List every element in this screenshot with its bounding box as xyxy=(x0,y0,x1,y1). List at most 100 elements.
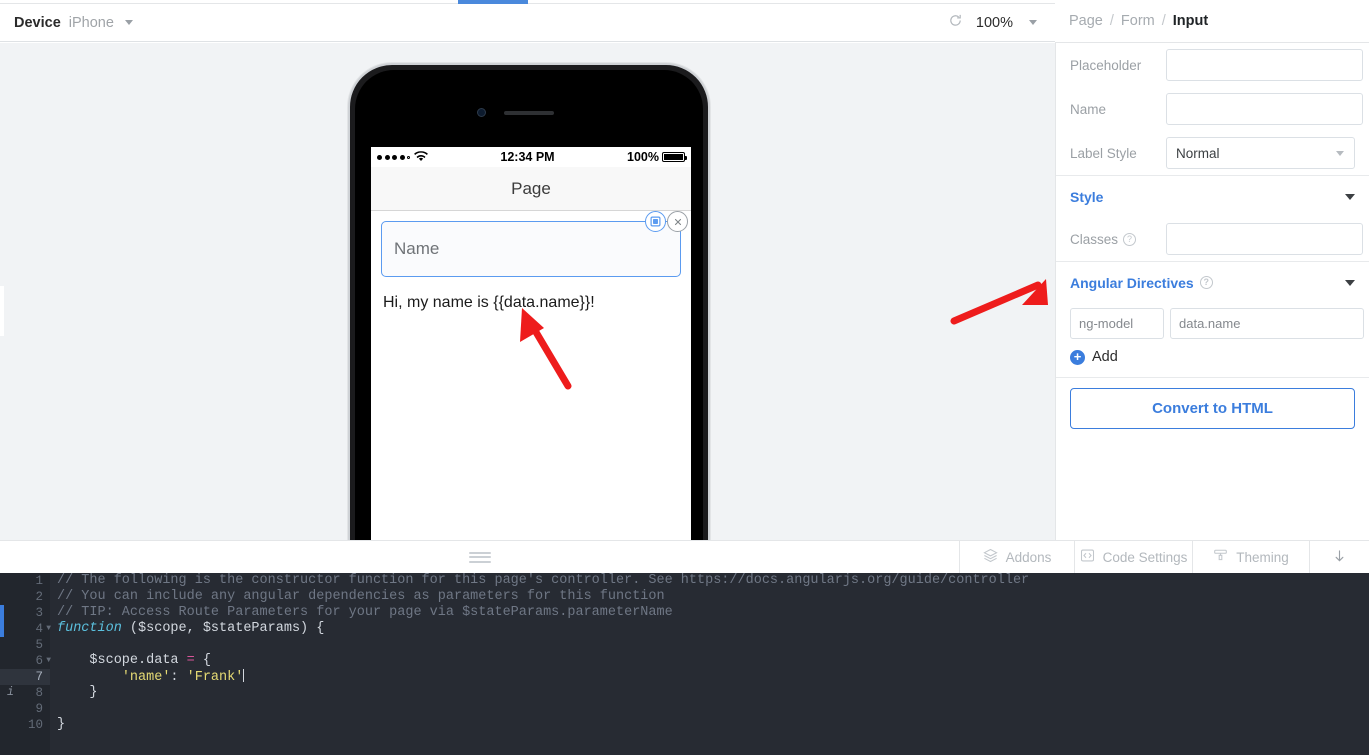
directive-row: < > ✕ xyxy=(1056,303,1369,343)
breadcrumb-item-page[interactable]: Page xyxy=(1069,13,1103,29)
code-token: = xyxy=(186,653,195,668)
gutter-line-number: 3 xyxy=(35,606,43,620)
editor-code-area[interactable]: // The following is the constructor func… xyxy=(50,573,1369,755)
code-line: // TIP: Access Route Parameters for your… xyxy=(57,605,1369,621)
page-title: Page xyxy=(511,178,551,198)
code-token: $scope.data xyxy=(57,653,187,668)
wifi-icon xyxy=(414,150,428,164)
chevron-down-icon[interactable] xyxy=(1345,279,1355,286)
splitter-drag-handle[interactable] xyxy=(0,541,959,573)
add-directive-button[interactable]: + Add xyxy=(1056,343,1369,377)
code-token: function xyxy=(57,621,122,636)
chevron-down-icon xyxy=(124,20,133,25)
code-line: function ($scope, $stateParams) { xyxy=(57,621,1369,637)
layers-icon xyxy=(982,548,998,566)
property-row-classes: Classes ? xyxy=(1056,217,1369,261)
properties-panel: Placeholder Name Label Style Normal Styl… xyxy=(1055,43,1369,540)
chevron-down-icon xyxy=(1336,150,1344,156)
canvas-left-edge-marker xyxy=(0,286,4,336)
paint-roller-icon xyxy=(1213,548,1228,566)
gutter-line-number: 4 ▼ xyxy=(35,622,51,636)
plus-circle-icon: + xyxy=(1070,349,1085,365)
camera-icon xyxy=(477,108,486,117)
section-title-style: Style xyxy=(1070,188,1104,205)
add-label: Add xyxy=(1092,349,1118,365)
code-token: ($scope, $stateParams) { xyxy=(121,621,325,636)
preview-canvas[interactable]: 12:34 PM 100% Page Name Hi, my name is {… xyxy=(0,43,1055,540)
input-placeholder-text: Name xyxy=(394,239,440,258)
code-line: } xyxy=(57,685,1369,701)
status-bar-time: 12:34 PM xyxy=(500,150,555,164)
code-line: 'name': 'Frank' xyxy=(57,669,1369,685)
code-token: // You can include any angular dependenc… xyxy=(57,589,665,604)
breadcrumb-separator: / xyxy=(1109,13,1114,29)
ios-nav-bar: Page xyxy=(371,167,691,211)
gutter-line-number: 2 xyxy=(35,590,43,604)
breadcrumb: Page / Form / Input xyxy=(1055,0,1369,43)
page-content: Name Hi, my name is {{data.name}}! xyxy=(371,211,691,324)
close-icon[interactable] xyxy=(667,211,688,232)
tab-theming-label: Theming xyxy=(1236,549,1289,565)
convert-to-html-button[interactable]: Convert to HTML xyxy=(1070,388,1355,429)
ios-status-bar: 12:34 PM 100% xyxy=(371,147,691,167)
gutter-line-number: 7 xyxy=(0,669,50,685)
property-row-name: Name xyxy=(1056,87,1369,131)
code-line: // You can include any angular dependenc… xyxy=(57,589,1369,605)
breadcrumb-item-form[interactable]: Form xyxy=(1121,13,1155,29)
device-value: iPhone xyxy=(68,14,114,31)
tab-code-settings[interactable]: Code Settings xyxy=(1074,541,1192,573)
code-brackets-icon xyxy=(1080,548,1095,566)
property-label-name: Name xyxy=(1070,101,1107,117)
gutter-line-number: 9 xyxy=(35,702,43,716)
refresh-icon[interactable] xyxy=(948,13,963,33)
breadcrumb-item-input[interactable]: Input xyxy=(1173,13,1208,29)
gutter-line-number: 6 ▼ xyxy=(35,654,51,668)
info-marker-icon[interactable]: i xyxy=(7,685,14,701)
collapse-panel-button[interactable] xyxy=(1309,541,1369,573)
chevron-down-icon[interactable] xyxy=(1345,193,1355,200)
classes-input[interactable] xyxy=(1166,223,1363,255)
speaker-grille xyxy=(504,111,554,115)
label-style-select[interactable]: Normal xyxy=(1166,137,1355,169)
help-icon[interactable]: ? xyxy=(1123,232,1137,246)
gutter-line-number: 10 xyxy=(27,718,43,732)
tab-addons-label: Addons xyxy=(1005,549,1052,565)
selected-input-component[interactable]: Name xyxy=(381,211,688,277)
code-line: // The following is the constructor func… xyxy=(57,573,1369,589)
code-token: { xyxy=(194,653,211,668)
code-line: $scope.data = { xyxy=(57,653,1369,669)
code-token: // The following is the constructor func… xyxy=(57,573,1030,588)
code-token: // TIP: Access Route Parameters for your… xyxy=(57,605,673,620)
code-line: } xyxy=(57,717,1369,733)
tab-code-settings-label: Code Settings xyxy=(1102,549,1188,565)
gutter-accent-bar xyxy=(0,605,4,637)
property-label-classes: Classes ? xyxy=(1070,232,1156,247)
tab-theming[interactable]: Theming xyxy=(1192,541,1309,573)
iphone-screen[interactable]: 12:34 PM 100% Page Name Hi, my name is {… xyxy=(371,147,691,540)
tab-addons[interactable]: Addons xyxy=(959,541,1074,573)
directive-key-input[interactable] xyxy=(1070,307,1164,339)
directive-value-input[interactable] xyxy=(1170,307,1364,339)
name-input[interactable] xyxy=(1166,93,1363,125)
chevron-down-icon[interactable] xyxy=(1029,20,1037,25)
placeholder-input[interactable] xyxy=(1166,49,1363,81)
duplicate-icon[interactable] xyxy=(645,211,666,232)
zoom-level-value[interactable]: 100% xyxy=(976,15,1013,31)
editor-gutter: 1 2 3 4 ▼ 5 6 ▼ 7 8 i 9 10 xyxy=(0,573,51,755)
iphone-device-frame: 12:34 PM 100% Page Name Hi, my name is {… xyxy=(348,63,710,540)
drag-handle-icon[interactable] xyxy=(468,551,491,563)
section-header-style[interactable]: Style xyxy=(1056,175,1369,217)
code-token: 'name' xyxy=(121,670,171,685)
battery-full-icon xyxy=(662,152,687,162)
section-header-angular-directives[interactable]: Angular Directives ? xyxy=(1056,261,1369,303)
property-row-placeholder: Placeholder xyxy=(1056,43,1369,87)
gutter-line-number: 1 xyxy=(35,574,43,588)
signal-strength-icon xyxy=(377,154,410,160)
breadcrumb-separator: / xyxy=(1161,13,1166,29)
help-icon[interactable]: ? xyxy=(1199,276,1213,289)
code-token: } xyxy=(57,717,66,732)
code-editor[interactable]: 1 2 3 4 ▼ 5 6 ▼ 7 8 i 9 10 // The following is the c… xyxy=(0,573,1369,755)
device-selector[interactable]: Device iPhone xyxy=(0,15,133,31)
